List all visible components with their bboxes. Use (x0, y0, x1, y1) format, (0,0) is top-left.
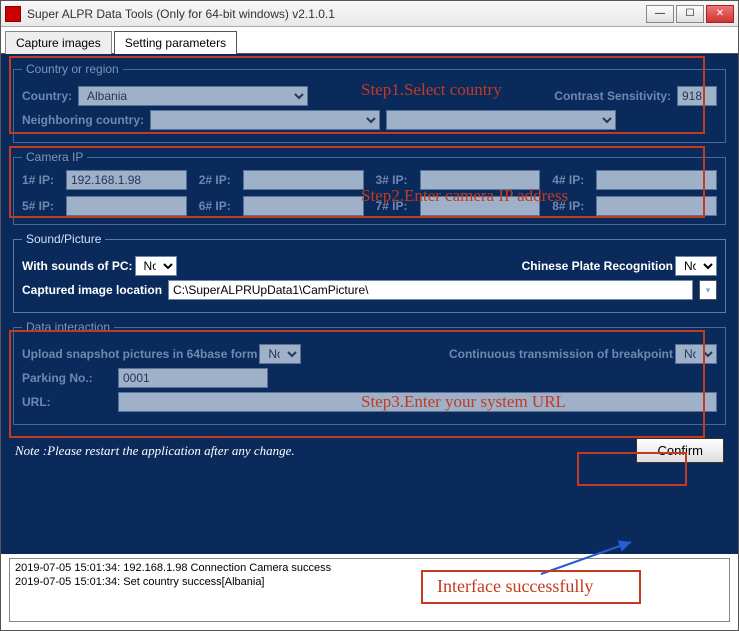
ip3-input[interactable] (420, 170, 541, 190)
window-title: Super ALPR Data Tools (Only for 64-bit w… (27, 7, 646, 21)
ip1-label: 1# IP: (22, 173, 62, 187)
upload-select[interactable]: No (259, 344, 301, 364)
data-interaction-legend: Data interaction (22, 320, 114, 334)
sound-picture-group: Sound/Picture With sounds of PC: No Chin… (13, 232, 726, 313)
camera-ip-legend: Camera IP (22, 150, 87, 164)
log-line: 2019-07-05 15:01:34: Set country success… (15, 576, 724, 590)
ip7-input[interactable] (420, 196, 541, 216)
data-interaction-group: Data interaction Upload snapshot picture… (13, 320, 726, 425)
ip8-input[interactable] (596, 196, 717, 216)
ip2-input[interactable] (243, 170, 364, 190)
location-browse-button[interactable]: ▾ (699, 280, 717, 300)
log-line: 2019-07-05 15:01:34: 192.168.1.98 Connec… (15, 562, 724, 576)
titlebar: Super ALPR Data Tools (Only for 64-bit w… (1, 1, 738, 27)
app-window: Super ALPR Data Tools (Only for 64-bit w… (0, 0, 739, 631)
url-input[interactable] (118, 392, 717, 412)
ip6-input[interactable] (243, 196, 364, 216)
country-select[interactable]: Albania (78, 86, 308, 106)
upload-label: Upload snapshot pictures in 64base form (22, 347, 257, 361)
ip6-label: 6# IP: (199, 199, 239, 213)
camera-ip-group: Camera IP 1# IP: 2# IP: 3# IP: 4# IP: 5#… (13, 150, 726, 225)
ip5-input[interactable] (66, 196, 187, 216)
continuous-select[interactable]: No (675, 344, 717, 364)
note-text: Note :Please restart the application aft… (15, 443, 295, 459)
close-button[interactable]: ✕ (706, 5, 734, 23)
ip4-input[interactable] (596, 170, 717, 190)
ip2-label: 2# IP: (199, 173, 239, 187)
tab-setting-parameters[interactable]: Setting parameters (114, 31, 237, 54)
log-panel[interactable]: 2019-07-05 15:01:34: 192.168.1.98 Connec… (9, 558, 730, 622)
app-icon (5, 6, 21, 22)
window-controls: — ☐ ✕ (646, 5, 734, 23)
location-input[interactable] (168, 280, 693, 300)
country-region-legend: Country or region (22, 62, 123, 76)
chinese-select[interactable]: No (675, 256, 717, 276)
sounds-select[interactable]: No (135, 256, 177, 276)
sensitivity-label: Contrast Sensitivity: (554, 89, 671, 103)
url-label: URL: (22, 395, 112, 409)
parking-label: Parking No.: (22, 371, 112, 385)
ip4-label: 4# IP: (552, 173, 592, 187)
country-label: Country: (22, 89, 72, 103)
note-row: Note :Please restart the application aft… (13, 432, 726, 465)
continuous-label: Continuous transmission of breakpoint (449, 347, 673, 361)
tab-capture-images[interactable]: Capture images (5, 31, 112, 54)
ip8-label: 8# IP: (552, 199, 592, 213)
neighbor-select-2[interactable] (386, 110, 616, 130)
chinese-label: Chinese Plate Recognition (522, 259, 673, 273)
maximize-button[interactable]: ☐ (676, 5, 704, 23)
confirm-button[interactable]: Confirm (636, 438, 724, 463)
content-area: Country or region Country: Albania Contr… (1, 54, 738, 554)
neighbor-label: Neighboring country: (22, 113, 144, 127)
tab-bar: Capture images Setting parameters (1, 27, 738, 54)
ip1-input[interactable] (66, 170, 187, 190)
ip3-label: 3# IP: (376, 173, 416, 187)
sounds-label: With sounds of PC: (22, 259, 133, 273)
ip5-label: 5# IP: (22, 199, 62, 213)
sensitivity-input[interactable] (677, 86, 717, 106)
neighbor-select-1[interactable] (150, 110, 380, 130)
parking-input[interactable] (118, 368, 268, 388)
country-region-group: Country or region Country: Albania Contr… (13, 62, 726, 143)
location-label: Captured image location (22, 283, 162, 297)
sound-picture-legend: Sound/Picture (22, 232, 105, 246)
ip7-label: 7# IP: (376, 199, 416, 213)
minimize-button[interactable]: — (646, 5, 674, 23)
